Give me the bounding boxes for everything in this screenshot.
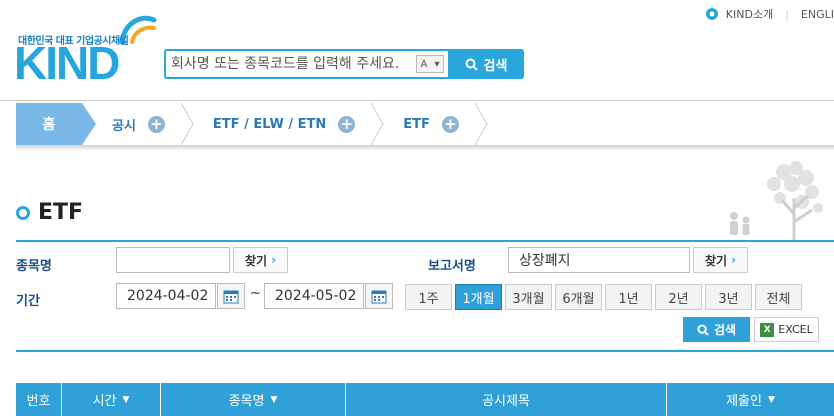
column-submitter[interactable]: 제출인 ▼ <box>667 383 834 416</box>
date-from-input[interactable]: 2024-04-02 <box>116 283 216 309</box>
breadcrumb-item-etf[interactable]: ETF + <box>385 103 489 145</box>
kind-intro-link[interactable]: KIND소개 <box>726 6 773 22</box>
breadcrumb-label: ETF / ELW / ETN <box>212 116 327 132</box>
calendar-icon <box>223 290 239 303</box>
english-link[interactable]: ENGLI <box>801 8 834 21</box>
breadcrumb-label: 공시 <box>112 118 136 134</box>
column-label: 공시제목 <box>482 394 530 409</box>
period-1year-button[interactable]: 1년 <box>605 284 652 310</box>
search-icon <box>465 58 478 71</box>
sort-down-icon[interactable]: ▼ <box>768 395 775 405</box>
search-button-label: 검색 <box>483 57 508 73</box>
title-divider <box>16 240 834 242</box>
form-divider <box>16 350 834 352</box>
find-button-label: 찾기 <box>704 253 728 268</box>
tree-illustration-icon <box>730 161 823 242</box>
page-title: ETF <box>16 200 83 225</box>
form-search-label: 검색 <box>713 323 737 337</box>
header-divider <box>0 100 834 101</box>
autocomplete-label: A <box>420 58 428 70</box>
period-1month-button[interactable]: 1개월 <box>455 284 502 310</box>
chevron-right-icon: › <box>731 253 737 267</box>
results-table-header: 번호 시간 ▼ 종목명 ▼ 공시제목 제출인 ▼ <box>16 383 834 416</box>
stock-find-button[interactable]: 찾기 › <box>233 247 288 273</box>
logo-wordmark: KIND <box>14 37 120 89</box>
column-time[interactable]: 시간 ▼ <box>62 383 161 416</box>
calendar-icon <box>371 290 387 303</box>
stock-name-input[interactable] <box>116 247 230 273</box>
excel-label: EXCEL <box>778 323 813 336</box>
search-button[interactable]: 검색 <box>448 49 524 79</box>
autocomplete-toggle[interactable]: A ▾ <box>416 55 444 73</box>
chevron-right-icon <box>180 103 194 145</box>
report-find-button[interactable]: 찾기 › <box>693 247 748 273</box>
link-divider: | <box>785 7 789 21</box>
period-2year-button[interactable]: 2년 <box>655 284 702 310</box>
plus-icon[interactable]: + <box>147 115 165 133</box>
excel-icon: X <box>760 322 775 337</box>
title-bullet-icon <box>16 205 30 220</box>
chevron-right-icon <box>370 103 384 145</box>
period-label: 기간 <box>16 294 40 309</box>
period-1week-button[interactable]: 1주 <box>405 284 452 310</box>
kind-logo[interactable]: 대한민국 대표 기업공시채널 KIND <box>14 12 160 86</box>
breadcrumb-shadow <box>16 145 834 151</box>
breadcrumb-label: ETF <box>403 116 430 132</box>
sort-down-icon[interactable]: ▼ <box>123 395 130 405</box>
column-label: 시간 <box>92 394 117 409</box>
breadcrumb-home[interactable]: 홈 <box>16 103 96 145</box>
search-input[interactable] <box>168 52 418 76</box>
report-name-label: 보고서명 <box>428 259 476 274</box>
calendar-from-button[interactable] <box>217 283 245 309</box>
column-label: 종목명 <box>228 394 265 409</box>
find-button-label: 찾기 <box>244 253 268 268</box>
breadcrumb-item-disclosure[interactable]: 공시 + <box>82 103 195 145</box>
calendar-to-button[interactable] <box>365 283 393 309</box>
plus-icon[interactable]: + <box>338 115 356 133</box>
column-label: 번호 <box>26 394 51 409</box>
breadcrumb-item-etf-elw-etn[interactable]: ETF / ELW / ETN + <box>195 103 385 145</box>
column-number: 번호 <box>16 383 62 416</box>
breadcrumb: 홈 공시 + ETF / ELW / ETN + ETF + <box>16 103 834 145</box>
stock-name-label: 종목명 <box>16 259 52 274</box>
report-name-input[interactable]: 상장폐지 <box>508 247 690 273</box>
period-3month-button[interactable]: 3개월 <box>505 284 552 310</box>
gear-icon <box>705 8 718 20</box>
chevron-right-icon: › <box>271 253 277 267</box>
period-all-button[interactable]: 전체 <box>755 284 802 310</box>
sort-down-icon[interactable]: ▼ <box>270 395 277 405</box>
column-label: 제출인 <box>726 394 762 409</box>
period-3year-button[interactable]: 3년 <box>705 284 752 310</box>
column-stock-name[interactable]: 종목명 ▼ <box>161 383 346 416</box>
top-links: KIND소개 | ENGLI <box>704 6 834 22</box>
form-search-button[interactable]: 검색 <box>683 317 750 342</box>
plus-icon[interactable]: + <box>441 115 459 133</box>
date-to-input[interactable]: 2024-05-02 <box>264 283 364 309</box>
header-search: A ▾ 검색 <box>164 49 524 79</box>
excel-download-button[interactable]: X EXCEL <box>754 317 819 342</box>
search-icon <box>697 323 709 336</box>
page-title-text: ETF <box>38 200 84 225</box>
column-disclosure-title: 공시제목 <box>346 383 667 416</box>
chevron-right-icon <box>474 103 488 145</box>
caret-down-icon: ▾ <box>434 58 440 70</box>
date-separator: ~ <box>250 286 261 301</box>
period-6month-button[interactable]: 6개월 <box>555 284 602 310</box>
